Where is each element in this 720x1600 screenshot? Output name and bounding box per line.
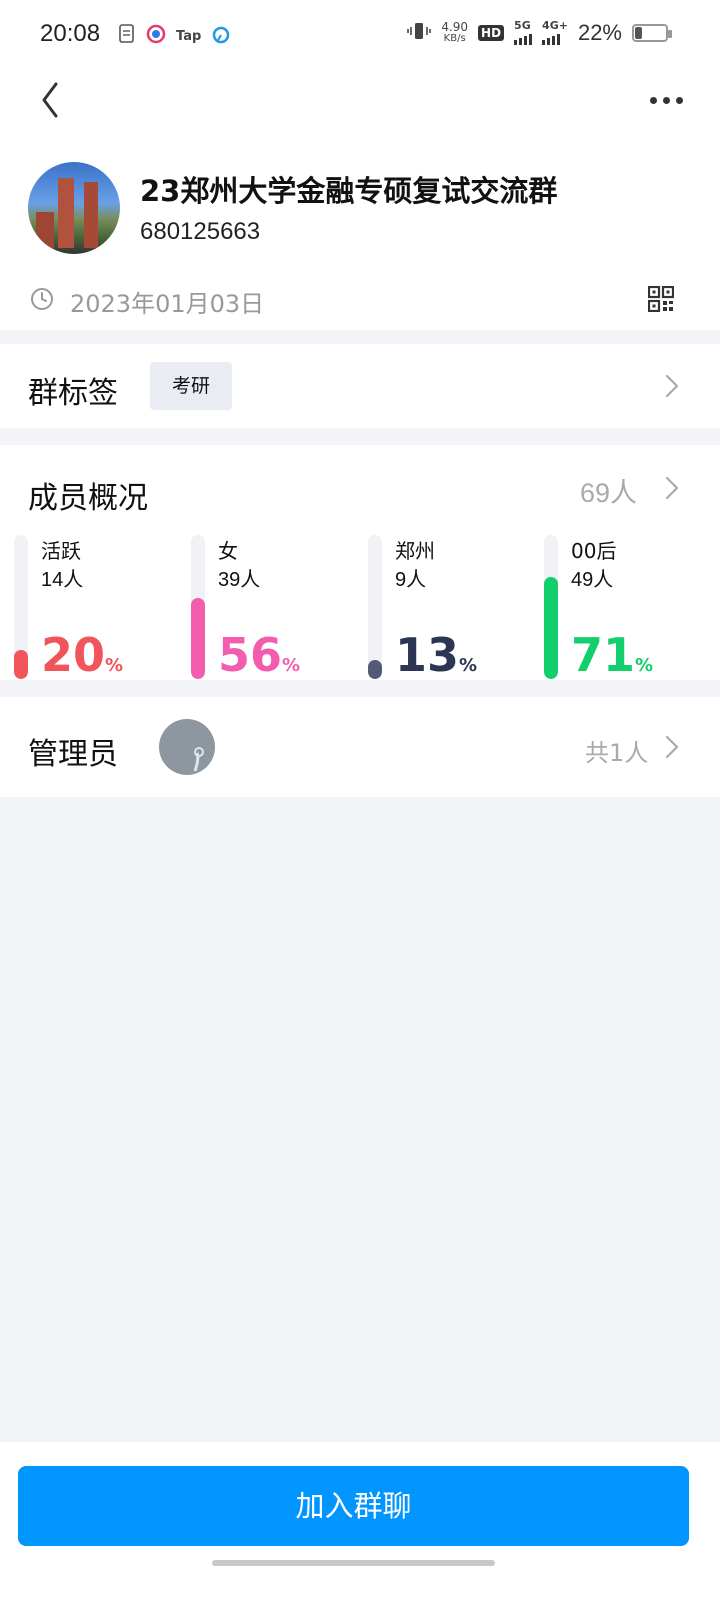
chevron-left-icon — [42, 82, 58, 118]
net-speed: 4.90 KB/s — [441, 20, 469, 44]
chevron-right-icon — [665, 735, 679, 759]
more-button[interactable] — [650, 90, 690, 110]
stat-age: 00后 49人 71% — [544, 535, 714, 680]
chevron-right-icon — [665, 476, 679, 500]
clock-icon — [31, 288, 53, 310]
battery-percent: 22% — [577, 20, 622, 45]
home-indicator[interactable] — [212, 1560, 495, 1566]
file-icon — [118, 24, 136, 48]
tags-label: 群标签 — [28, 376, 118, 411]
battery-icon — [632, 24, 672, 42]
admin-row[interactable]: 管理员 共1人 — [0, 697, 720, 797]
signal-sim1-icon: 5G — [514, 20, 533, 45]
chevron-right-icon — [665, 374, 679, 398]
qq-browser-icon — [146, 24, 166, 48]
vibrate-icon — [407, 21, 432, 45]
group-id: 680125663 — [140, 218, 261, 245]
back-button[interactable] — [36, 80, 76, 120]
status-bar: 20:08 Tap 4.90 KB/s HD 5G 4G+ 22% — [0, 0, 720, 72]
admin-total: 共1人 — [585, 739, 649, 767]
group-avatar[interactable] — [28, 162, 120, 254]
tag-chip: 考研 — [150, 362, 232, 410]
created-date: 2023年01月03日 — [70, 290, 265, 318]
member-overview-section[interactable]: 成员概况 69人 活跃 14人 20% 女 39人 56% 郑州 9人 13% … — [0, 445, 720, 680]
stat-region: 郑州 9人 13% — [368, 535, 538, 680]
admin-avatar[interactable] — [159, 719, 215, 775]
status-app-icons: Tap — [118, 24, 231, 48]
members-count: 69人 — [580, 478, 638, 508]
join-group-button[interactable]: 加入群聊 — [18, 1466, 689, 1546]
more-dots-icon — [650, 96, 657, 104]
members-label: 成员概况 — [28, 481, 148, 516]
qr-code-icon[interactable] — [648, 286, 674, 312]
admin-label: 管理员 — [28, 737, 118, 772]
status-time: 20:08 — [40, 20, 101, 47]
group-header-section: 20:08 Tap 4.90 KB/s HD 5G 4G+ 22% 23郑州大学… — [0, 0, 720, 330]
status-indicators: 4.90 KB/s HD 5G 4G+ 22% — [407, 20, 672, 46]
hd-voice-icon: HD — [478, 25, 505, 41]
bilibili-icon — [211, 24, 231, 48]
signal-sim2-icon: 4G+ — [542, 20, 568, 45]
stat-active: 活跃 14人 20% — [14, 535, 184, 680]
stat-female: 女 39人 56% — [191, 535, 361, 680]
group-tags-row[interactable]: 群标签 考研 — [0, 344, 720, 428]
tap-icon: Tap — [176, 28, 202, 44]
group-name: 23郑州大学金融专硕复试交流群 — [140, 174, 558, 208]
